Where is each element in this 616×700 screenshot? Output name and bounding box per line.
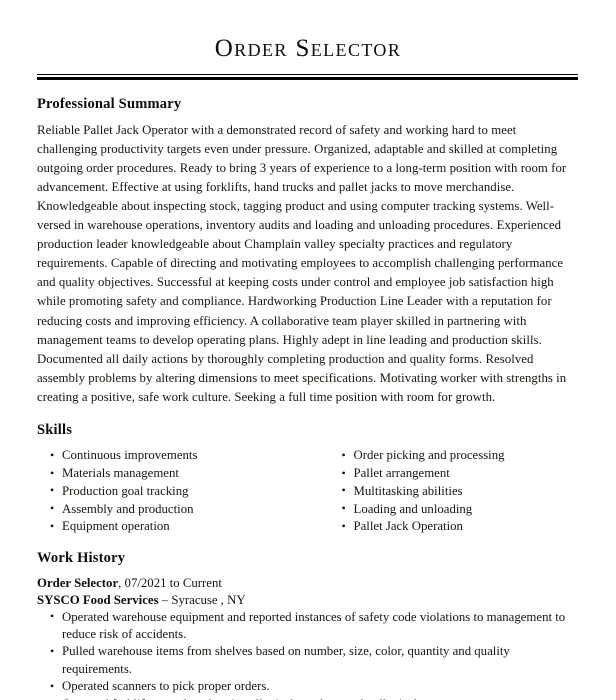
job-title-line: Order Selector, 07/2021 to Current <box>37 575 578 592</box>
list-item: Operated forklifts, standup electric pal… <box>37 696 578 700</box>
professional-summary-text: Reliable Pallet Jack Operator with a dem… <box>37 122 567 404</box>
skills-columns: Continuous improvements Materials manage… <box>37 447 578 536</box>
skills-list-left: Continuous improvements Materials manage… <box>37 447 308 535</box>
skills-column-right: Order picking and processing Pallet arra… <box>308 447 579 536</box>
list-item: Assembly and production <box>37 500 308 518</box>
list-item: Equipment operation <box>37 518 308 535</box>
job-company: SYSCO Food Services <box>37 592 159 607</box>
skills-list-right: Order picking and processing Pallet arra… <box>329 447 579 535</box>
work-history-section: Work History Order Selector, 07/2021 to … <box>37 536 578 700</box>
section-heading-professional-summary: Professional Summary <box>37 96 182 113</box>
list-item: Multitasking abilities <box>329 482 579 500</box>
skills-section: Skills Continuous improvements Materials… <box>37 407 578 536</box>
page-title: Order Selector <box>214 35 402 62</box>
list-item: Materials management <box>37 465 308 482</box>
list-item: Loading and unloading <box>329 500 579 518</box>
job-dates: , 07/2021 to Current <box>118 576 222 591</box>
list-item: Pulled warehouse items from shelves base… <box>37 643 578 677</box>
section-heading-work-history: Work History <box>37 549 126 566</box>
job-location: – Syracuse , NY <box>158 592 246 607</box>
list-item: Pallet Jack Operation <box>329 518 579 535</box>
list-item: Continuous improvements <box>37 447 308 464</box>
list-item: Pallet arrangement <box>329 465 579 482</box>
work-history-entry: Order Selector, 07/2021 to Current SYSCO… <box>37 575 578 700</box>
professional-summary-section: Professional Summary Reliable Pallet Jac… <box>37 80 578 407</box>
resume-page: Order Selector Professional Summary Reli… <box>0 0 616 700</box>
list-item: Order picking and processing <box>329 447 579 464</box>
section-heading-skills: Skills <box>37 422 73 439</box>
job-title: Order Selector <box>37 576 119 591</box>
list-item: Production goal tracking <box>37 482 308 500</box>
list-item: Operated scanners to pick proper orders. <box>37 678 578 695</box>
job-company-line: SYSCO Food Services – Syracuse , NY <box>37 592 578 609</box>
job-responsibilities-list: Operated warehouse equipment and reporte… <box>37 608 578 700</box>
list-item: Operated warehouse equipment and reporte… <box>37 608 578 643</box>
skills-column-left: Continuous improvements Materials manage… <box>37 447 308 536</box>
